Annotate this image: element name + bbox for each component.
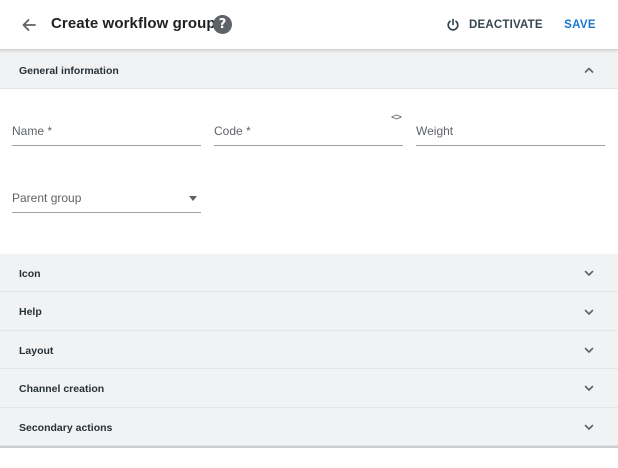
chevron-down-icon[interactable] [582, 343, 596, 357]
general-information-form: <> Parent group [0, 89, 618, 254]
section-label: Secondary actions [19, 422, 113, 434]
name-field[interactable] [12, 120, 201, 146]
save-button[interactable]: SAVE [556, 14, 604, 36]
weight-field[interactable] [416, 120, 605, 146]
section-help[interactable]: Help [0, 292, 618, 331]
parent-group-select[interactable]: Parent group [12, 187, 201, 213]
back-button[interactable] [16, 12, 42, 38]
parent-group-placeholder: Parent group [12, 191, 82, 205]
power-icon [447, 18, 459, 31]
section-label: Channel creation [19, 383, 105, 395]
help-circle-icon[interactable]: ? [213, 15, 232, 34]
section-channel-creation[interactable]: Channel creation [0, 369, 618, 408]
app-header: Create workflow group ? DEACTIVATE SAVE [0, 0, 618, 50]
section-layout[interactable]: Layout [0, 331, 618, 369]
section-label: Icon [19, 268, 41, 280]
section-general-information[interactable]: General information [0, 51, 618, 89]
code-icon[interactable]: <> [391, 112, 402, 123]
page: Create workflow group ? DEACTIVATE SAVE … [0, 0, 618, 468]
section-secondary-actions[interactable]: Secondary actions [0, 408, 618, 446]
weight-input[interactable] [416, 120, 605, 142]
deactivate-button[interactable]: DEACTIVATE [440, 14, 543, 36]
section-label: General information [19, 65, 119, 77]
arrow-left-icon [22, 19, 36, 31]
divider [0, 446, 618, 448]
section-icon[interactable]: Icon [0, 254, 618, 292]
chevron-down-icon[interactable] [582, 420, 596, 434]
deactivate-label: DEACTIVATE [469, 19, 543, 31]
chevron-up-icon[interactable] [582, 63, 596, 77]
name-input[interactable] [12, 120, 201, 142]
code-field[interactable]: <> [214, 112, 403, 146]
chevron-down-icon[interactable] [582, 305, 596, 319]
caret-down-icon[interactable] [189, 196, 197, 201]
page-title: Create workflow group [51, 15, 216, 32]
code-input[interactable] [214, 120, 403, 142]
chevron-down-icon[interactable] [582, 381, 596, 395]
section-label: Layout [19, 345, 54, 357]
chevron-down-icon[interactable] [582, 266, 596, 280]
save-label: SAVE [564, 19, 596, 31]
help-glyph: ? [218, 17, 227, 32]
section-label: Help [19, 306, 42, 318]
